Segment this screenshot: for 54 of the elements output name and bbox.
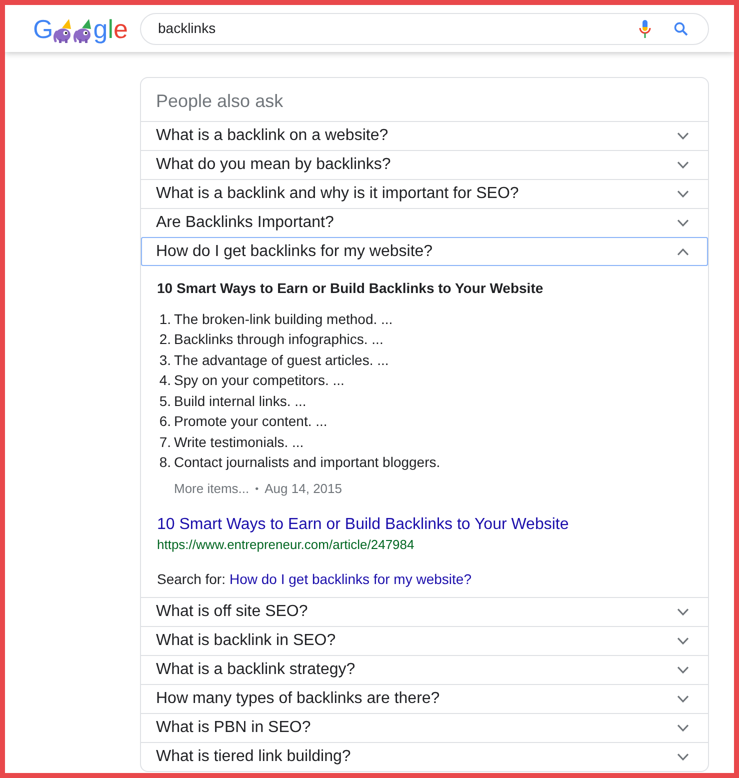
list-number: 2. — [158, 330, 171, 350]
list-number: 1. — [158, 310, 171, 329]
search-field[interactable]: backlinks — [140, 12, 709, 44]
more-items-link[interactable]: More items... — [174, 479, 250, 499]
chevron-down-icon — [677, 190, 689, 198]
list-item-text: Spy on your competitors. ... — [174, 371, 344, 390]
question-row[interactable]: What is PBN in SEO? — [141, 713, 708, 742]
question-row[interactable]: What is off site SEO? — [141, 597, 708, 626]
search-for-link[interactable]: How do I get backlinks for my website? — [229, 568, 472, 590]
question-row[interactable]: How many types of backlinks are there? — [141, 684, 708, 713]
search-icon[interactable] — [674, 22, 688, 36]
question-row[interactable]: How do I get backlinks for my website? — [141, 237, 708, 266]
chevron-down-icon — [677, 753, 689, 761]
chevron-up-icon — [677, 248, 689, 256]
chevron-down-icon — [677, 161, 689, 169]
question-row[interactable]: What is a backlink strategy? — [141, 655, 708, 684]
source-url: https://www.entrepreneur.com/article/247984 — [157, 536, 414, 554]
list-item-text: Contact journalists and important bloggers. — [174, 453, 440, 472]
chevron-down-icon — [677, 132, 689, 140]
source-title-link[interactable]: 10 Smart Ways to Earn or Build Backlinks to Your Website — [157, 514, 569, 536]
search-for-label: Search for: — [157, 570, 226, 588]
answer-heading: 10 Smart Ways to Earn or Build Backlinks to Your Website — [157, 279, 544, 298]
list-item-text: Backlinks through infographics. ... — [174, 330, 384, 350]
list-number: 4. — [158, 371, 171, 390]
chevron-down-icon — [677, 666, 689, 674]
chevron-down-icon — [677, 695, 689, 703]
list-number: 5. — [158, 392, 171, 411]
separator-dot: • — [255, 482, 259, 496]
question-row[interactable]: What do you mean by backlinks? — [141, 150, 708, 179]
question-row[interactable]: What is a backlink on a website? — [141, 121, 708, 150]
list-number: 3. — [158, 350, 171, 370]
question-row[interactable]: What is backlink in SEO? — [141, 626, 708, 655]
chevron-down-icon — [677, 637, 689, 645]
chevron-down-icon — [677, 724, 689, 732]
question-row[interactable]: What is a backlink and why is it important for SEO? — [141, 179, 708, 208]
microphone-icon[interactable] — [639, 20, 651, 38]
logo-letter: G — [33, 14, 54, 42]
question-row[interactable]: Are Backlinks Important? — [141, 208, 708, 237]
logo-letters: gle — [93, 14, 128, 42]
list-item-text: The broken-link building method. ... — [174, 310, 393, 329]
list-number: 7. — [158, 432, 171, 452]
chevron-down-icon — [677, 219, 689, 227]
chevron-down-icon — [677, 608, 689, 616]
list-number: 6. — [158, 412, 171, 432]
list-item-text: Write testimonials. ... — [174, 432, 304, 452]
section-title: People also ask — [156, 90, 284, 113]
question-row[interactable]: What is tiered link building? — [141, 742, 708, 771]
list-number: 8. — [158, 453, 171, 472]
date-text: Aug 14, 2015 — [264, 480, 342, 498]
party-creature-icon — [53, 18, 74, 42]
party-creature-icon — [73, 18, 94, 42]
list-item-text: Build internal links. ... — [174, 392, 306, 411]
list-item-text: The advantage of guest articles. ... — [174, 350, 389, 370]
list-item-text: Promote your content. ... — [174, 412, 328, 432]
